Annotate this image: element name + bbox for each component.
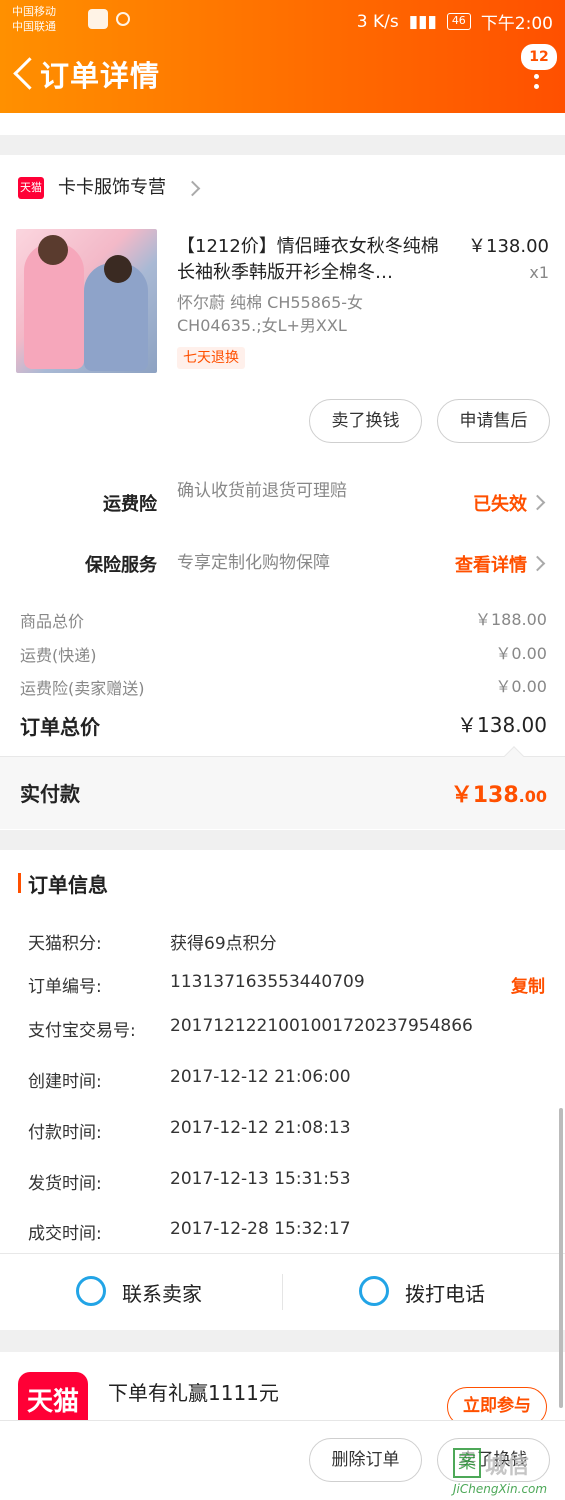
call-phone-label: 拨打电话 xyxy=(405,1282,485,1306)
carrier-info: 中国移动 中国联通 xyxy=(12,4,56,34)
app-header: 中国移动 中国联通 3 K/s ▮▮▮ 46 下午2:00 订单详情 12 xyxy=(0,0,565,113)
contact-seller-button[interactable]: 联系卖家 xyxy=(0,1254,282,1330)
shipping-insurance-label: 运费险 xyxy=(103,494,157,515)
network-speed: 3 K/s xyxy=(356,11,399,32)
sync-icon xyxy=(116,12,130,26)
info-value: 2017-12-28 15:32:17 xyxy=(170,1219,351,1239)
chat-icon xyxy=(76,1276,106,1306)
signal-icon: ▮▮▮ xyxy=(408,11,437,32)
amount-paid-label: 实付款 xyxy=(20,782,80,806)
product-price: ￥138.00 xyxy=(468,236,549,257)
info-value: 2017-12-12 21:08:13 xyxy=(170,1118,351,1138)
watermark-text: 城信 xyxy=(485,1454,530,1479)
insurance-service-desc: 专享定制化购物保障 xyxy=(177,553,330,573)
tmall-shop-logo: 天猫 xyxy=(18,177,44,199)
battery-icon: 46 xyxy=(446,13,471,30)
order-total-label: 订单总价 xyxy=(20,715,100,739)
notification-icons xyxy=(88,9,130,29)
shipping-insurance-desc: 确认收货前退货可理赔 xyxy=(177,481,347,501)
more-menu-button[interactable] xyxy=(529,60,543,94)
fee-label-shipping: 运费(快递) xyxy=(20,646,97,665)
clock: 下午2:00 xyxy=(480,14,553,34)
carrier-2: 中国联通 xyxy=(12,20,56,33)
back-button[interactable] xyxy=(8,52,42,96)
status-right: 3 K/s ▮▮▮ 46 下午2:00 xyxy=(356,9,553,35)
order-total-value: ￥138.00 xyxy=(457,713,547,737)
insurance-service-label: 保险服务 xyxy=(85,555,157,576)
amount-paid-value: ￥138.00 xyxy=(450,783,547,808)
info-label: 天猫积分: xyxy=(28,934,102,954)
sell-for-cash-button[interactable]: 卖了换钱 xyxy=(309,399,422,443)
fee-label-goods: 商品总价 xyxy=(20,612,85,631)
product-title[interactable]: 【1212价】情侣睡衣女秋冬纯棉长袖秋季韩版开衫全棉冬… xyxy=(177,234,449,286)
view-details-link[interactable]: 查看详情 xyxy=(455,551,527,577)
amount-paid-row: 实付款 ￥138.00 xyxy=(0,746,565,829)
phone-icon xyxy=(359,1276,389,1306)
seven-day-return-tag: 七天退换 xyxy=(177,347,245,369)
shipping-insurance-status[interactable]: 已失效 xyxy=(473,490,527,516)
shop-name[interactable]: 卡卡服饰专营 xyxy=(58,174,166,202)
fee-label-insurance: 运费险(卖家赠送) xyxy=(20,679,145,698)
scrollbar[interactable] xyxy=(559,1108,563,1408)
watermark: 案 城信 JiChengXin.com xyxy=(453,1438,557,1500)
order-number: 113137163553440709 xyxy=(170,972,365,992)
top-strip xyxy=(0,113,565,135)
apply-after-sales-button[interactable]: 申请售后 xyxy=(437,399,550,443)
info-value: 2017-12-12 21:06:00 xyxy=(170,1067,351,1087)
delete-order-button[interactable]: 删除订单 xyxy=(309,1438,422,1482)
call-phone-button[interactable]: 拨打电话 xyxy=(283,1254,565,1330)
contact-seller-label: 联系卖家 xyxy=(122,1282,202,1306)
product-sku: 怀尔蔚 纯棉 CH55865-女CH04635.;女L+男XXL xyxy=(177,293,364,335)
info-label: 订单编号: xyxy=(28,977,102,997)
copy-order-number-button[interactable]: 复制 xyxy=(511,972,545,997)
product-quantity: x1 xyxy=(529,263,549,282)
page-title: 订单详情 xyxy=(40,59,161,93)
product-image[interactable] xyxy=(16,229,157,373)
promo-title: 下单有礼赢1111元 xyxy=(108,1381,279,1405)
info-value: 2017121221001001720237954866 xyxy=(170,1016,473,1036)
info-label: 付款时间: xyxy=(28,1123,102,1143)
fee-value-insurance: ￥0.00 xyxy=(495,677,547,696)
app-notification-icon xyxy=(88,9,108,29)
info-value: 获得69点积分 xyxy=(170,934,277,954)
watermark-url: JiChengXin.com xyxy=(453,1482,548,1496)
fee-value-shipping: ￥0.00 xyxy=(495,644,547,663)
watermark-logo: 案 xyxy=(453,1448,481,1478)
order-info-title: 订单信息 xyxy=(28,873,108,897)
status-bar: 中国移动 中国联通 3 K/s ▮▮▮ 46 下午2:00 xyxy=(0,0,565,40)
fee-value-goods: ￥188.00 xyxy=(475,610,547,629)
info-label: 发货时间: xyxy=(28,1174,102,1194)
carrier-1: 中国移动 xyxy=(12,5,56,18)
info-label: 成交时间: xyxy=(28,1224,102,1244)
info-label: 支付宝交易号: xyxy=(28,1021,136,1041)
info-label: 创建时间: xyxy=(28,1072,102,1092)
section-accent-bar xyxy=(18,873,21,893)
info-value: 2017-12-13 15:31:53 xyxy=(170,1169,351,1189)
